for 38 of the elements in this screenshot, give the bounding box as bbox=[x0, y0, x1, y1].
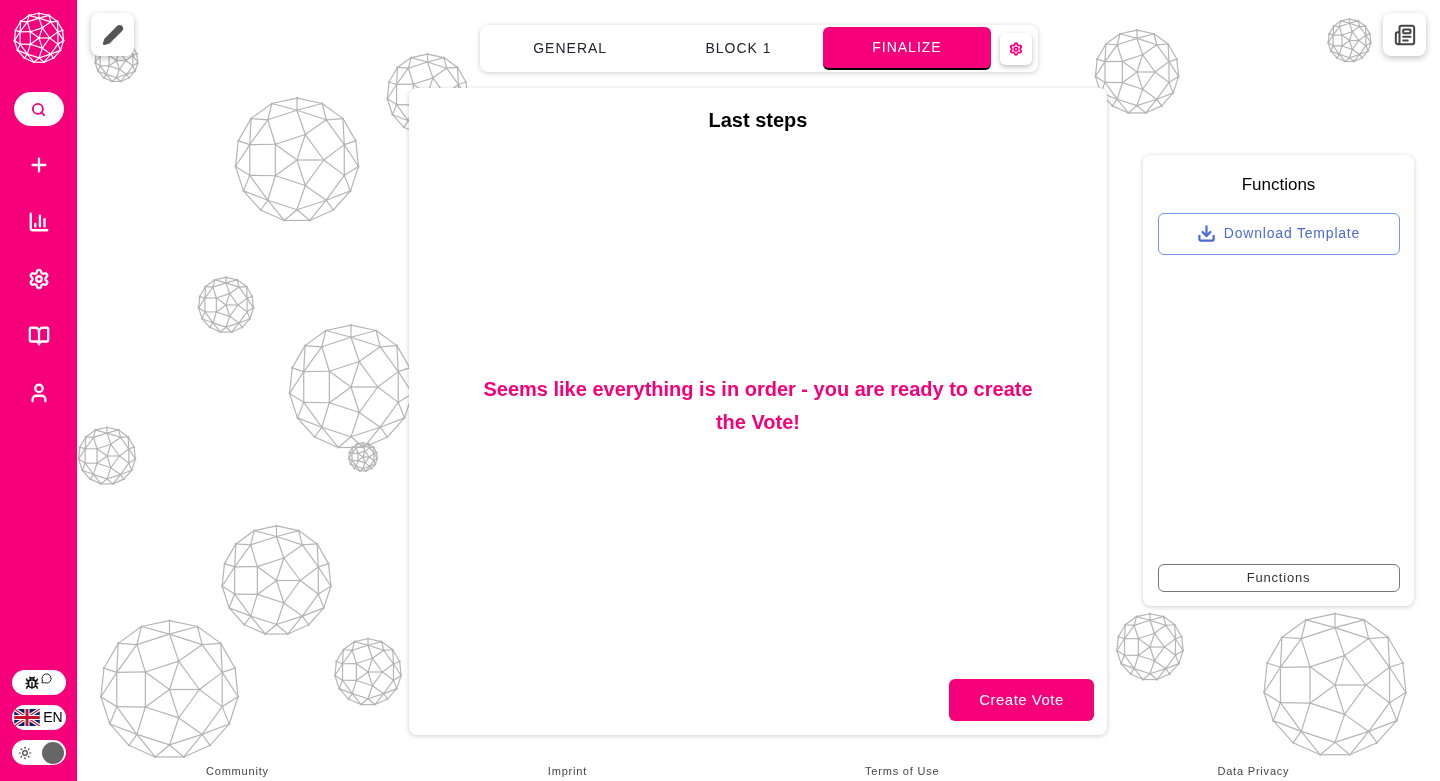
geodesic-sphere-drawing bbox=[77, 426, 137, 486]
tab[interactable]: GENERAL bbox=[486, 27, 655, 70]
pencil-icon bbox=[101, 23, 124, 46]
newspaper-icon bbox=[1393, 23, 1416, 46]
language-button[interactable]: EN bbox=[11, 705, 66, 730]
settings-icon bbox=[27, 268, 50, 290]
footer-link[interactable]: Data Privacy bbox=[1217, 762, 1290, 780]
functions-button[interactable]: Functions bbox=[1157, 564, 1400, 592]
tab[interactable]: BLOCK 1 bbox=[654, 27, 823, 70]
search-icon bbox=[31, 101, 46, 117]
bar-chart-icon bbox=[27, 211, 50, 233]
geodesic-sphere-drawing bbox=[12, 12, 65, 64]
footer-link[interactable]: Community bbox=[206, 762, 269, 780]
download-template-button[interactable]: Download Template bbox=[1157, 212, 1400, 255]
news-button[interactable] bbox=[1383, 13, 1426, 56]
ready-message: Seems like everything is in order - you are ready to create the Vote! bbox=[482, 377, 1034, 435]
feedback-button[interactable] bbox=[11, 670, 66, 695]
footer-link[interactable]: Terms of Use bbox=[865, 762, 940, 780]
bug-icon bbox=[25, 675, 39, 690]
geodesic-sphere-drawing bbox=[1327, 18, 1372, 63]
theme-toggle[interactable] bbox=[11, 740, 66, 765]
create-vote-button[interactable]: Create Vote bbox=[949, 679, 1094, 721]
settings-icon bbox=[1009, 41, 1024, 56]
search-button[interactable] bbox=[13, 92, 64, 126]
tab-settings-button[interactable] bbox=[1000, 32, 1032, 65]
edit-button[interactable] bbox=[91, 13, 134, 56]
footer-link[interactable]: Imprint bbox=[547, 762, 588, 780]
panel-title: Functions bbox=[1241, 174, 1316, 196]
flag-icon bbox=[14, 709, 41, 726]
chat-bubble-icon bbox=[41, 673, 52, 684]
geodesic-sphere-drawing bbox=[1115, 612, 1185, 682]
sun-icon bbox=[17, 745, 32, 760]
book-icon bbox=[27, 325, 50, 347]
tab[interactable]: FINALIZE bbox=[822, 27, 992, 70]
geodesic-sphere-drawing bbox=[197, 276, 255, 334]
card-title: Last steps bbox=[708, 108, 808, 133]
download-icon bbox=[1196, 224, 1216, 243]
toggle-knob bbox=[41, 741, 64, 764]
